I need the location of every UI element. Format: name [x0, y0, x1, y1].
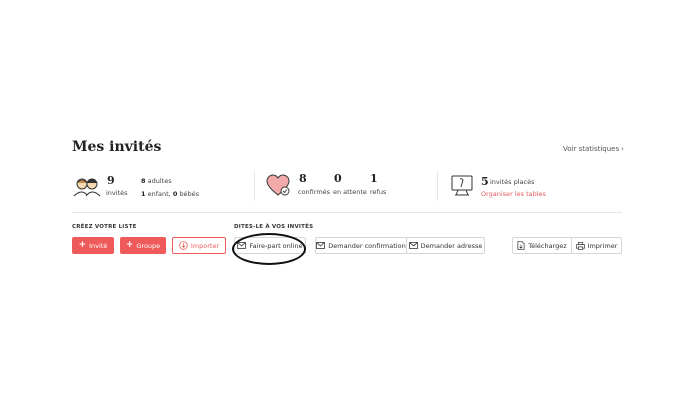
request-address-button[interactable]: Demander adresse [406, 237, 485, 254]
plus-icon: + [125, 240, 134, 250]
placed-count: 5 [481, 175, 489, 188]
view-statistics-label: Voir statistiques [563, 145, 620, 153]
download-button[interactable]: Téléchargez [512, 237, 572, 254]
organize-tables-link[interactable]: Organiser les tables [481, 190, 546, 198]
envelope-icon [408, 242, 418, 249]
confirmed-label: confirmés [298, 188, 331, 196]
stats-divider [437, 171, 438, 201]
print-button[interactable]: Imprimer [571, 237, 622, 254]
plus-icon: + [78, 240, 87, 250]
request-confirmation-button[interactable]: Demander confirmation [315, 237, 407, 254]
import-button[interactable]: Importer [172, 237, 226, 254]
placed-label: invités placés [490, 178, 535, 186]
adults-summary: 8 adultes [141, 177, 172, 185]
tell-guests-label: DITES-LE À VOS INVITÉS [234, 224, 314, 230]
print-label: Imprimer [587, 241, 618, 250]
babies-count: 0 [172, 190, 178, 198]
confirmed-count: 8 [299, 172, 307, 185]
children-label: enfant, [147, 190, 171, 198]
file-download-icon [517, 241, 525, 250]
section-divider [72, 212, 622, 213]
page-title: Mes invités [72, 139, 162, 155]
pending-label: en attente [333, 188, 367, 196]
refused-count: 1 [370, 172, 378, 185]
add-group-label: Groupe [136, 241, 161, 250]
adults-label: adultes [147, 177, 172, 185]
highlight-ellipse [232, 233, 306, 265]
table-monitor-icon [451, 175, 473, 196]
view-statistics-link[interactable]: Voir statistiques › [563, 145, 624, 153]
add-group-button[interactable]: + Groupe [120, 237, 166, 254]
add-guest-label: Invité [89, 241, 108, 250]
download-label: Téléchargez [528, 241, 567, 250]
refused-label: refus [370, 188, 387, 196]
download-circle-icon [179, 241, 188, 250]
adults-count: 8 [141, 177, 146, 185]
create-list-label: CRÉEZ VOTRE LISTE [72, 224, 137, 230]
request-address-label: Demander adresse [420, 241, 483, 250]
stats-divider [254, 171, 255, 201]
import-label: Importer [190, 241, 220, 250]
babies-label: bébés [179, 190, 200, 198]
chevron-right-icon: › [621, 145, 624, 153]
envelope-icon [316, 242, 326, 249]
children-count: 1 [141, 190, 146, 198]
guest-count-label: invités [106, 189, 128, 197]
people-icon [73, 178, 101, 197]
request-confirmation-label: Demander confirmation [328, 241, 406, 250]
pending-count: 0 [334, 172, 342, 185]
children-summary: 1 enfant, 0 bébés [141, 190, 199, 198]
printer-icon [575, 241, 585, 250]
heart-check-icon [266, 174, 290, 196]
guest-count: 9 [107, 174, 115, 187]
add-guest-button[interactable]: + Invité [72, 237, 114, 254]
